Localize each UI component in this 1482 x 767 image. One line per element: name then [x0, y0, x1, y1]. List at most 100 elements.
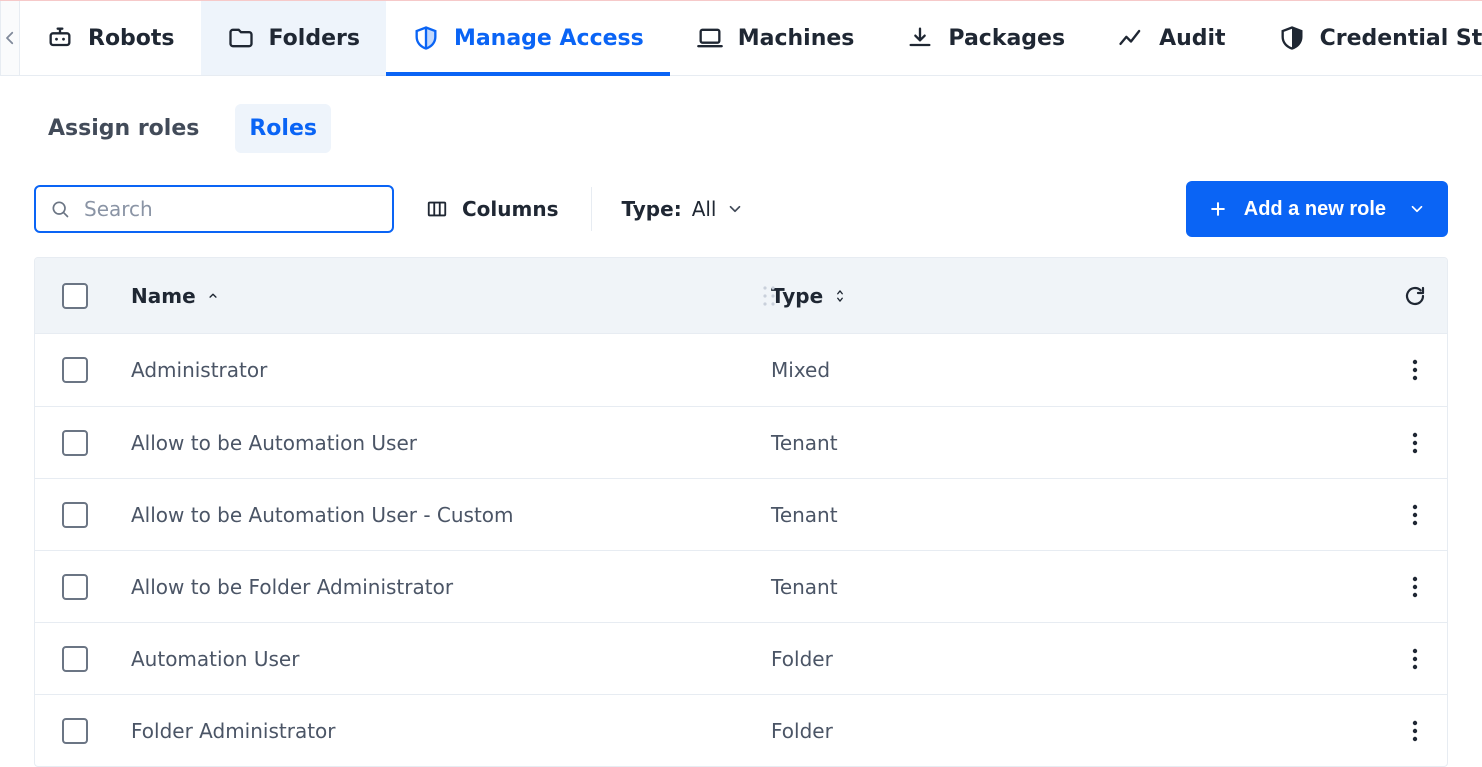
row-name: Folder Administrator	[115, 719, 755, 743]
type-filter-label: Type:	[622, 197, 682, 221]
row-more-button[interactable]	[1401, 356, 1429, 384]
row-actions	[1383, 356, 1447, 384]
row-name: Allow to be Automation User	[115, 431, 755, 455]
table-row[interactable]: Automation User Folder	[35, 622, 1447, 694]
row-type: Folder	[755, 647, 1383, 671]
search-field[interactable]	[34, 185, 394, 233]
row-check-cell	[35, 502, 115, 528]
row-more-button[interactable]	[1401, 573, 1429, 601]
laptop-icon	[696, 24, 724, 52]
header-type[interactable]: Type	[755, 284, 1383, 308]
roles-table: Name Type Administrator Mixed	[34, 257, 1448, 767]
table-header: Name Type	[35, 258, 1447, 334]
scroll-left-button[interactable]	[0, 1, 20, 75]
row-more-button[interactable]	[1401, 501, 1429, 529]
tab-label: Machines	[738, 26, 855, 51]
type-filter[interactable]: Type: All	[622, 197, 745, 221]
tab-label: Manage Access	[454, 26, 644, 51]
content: Assign roles Roles Columns Type: All	[0, 76, 1482, 767]
header-name-label: Name	[131, 284, 196, 308]
row-checkbox[interactable]	[62, 502, 88, 528]
reload-button[interactable]	[1383, 284, 1447, 308]
download-icon	[906, 24, 934, 52]
select-all-checkbox[interactable]	[62, 283, 88, 309]
tab-credential-stores[interactable]: Credential Stores	[1252, 1, 1482, 75]
columns-button[interactable]: Columns	[424, 187, 561, 231]
tab-packages[interactable]: Packages	[880, 1, 1091, 75]
search-icon	[50, 199, 70, 219]
row-more-button[interactable]	[1401, 429, 1429, 457]
subtab-roles[interactable]: Roles	[235, 104, 331, 153]
row-type: Folder	[755, 719, 1383, 743]
shield-solid-icon	[1278, 24, 1306, 52]
row-check-cell	[35, 430, 115, 456]
refresh-icon	[1403, 284, 1427, 308]
tab-label: Packages	[948, 26, 1065, 51]
row-checkbox[interactable]	[62, 574, 88, 600]
row-actions	[1383, 717, 1447, 745]
row-name: Allow to be Folder Administrator	[115, 575, 755, 599]
more-vertical-icon	[1411, 719, 1419, 743]
row-type: Mixed	[755, 358, 1383, 382]
row-check-cell	[35, 718, 115, 744]
row-more-button[interactable]	[1401, 717, 1429, 745]
row-actions	[1383, 429, 1447, 457]
add-role-label: Add a new role	[1244, 198, 1386, 221]
tab-machines[interactable]: Machines	[670, 1, 881, 75]
table-row[interactable]: Allow to be Folder Administrator Tenant	[35, 550, 1447, 622]
tab-manage-access[interactable]: Manage Access	[386, 1, 670, 75]
folder-icon	[227, 24, 255, 52]
row-name: Administrator	[115, 358, 755, 382]
header-name[interactable]: Name	[115, 284, 755, 308]
search-input[interactable]	[82, 196, 378, 222]
select-all-cell	[35, 283, 115, 309]
row-name: Automation User	[115, 647, 755, 671]
row-check-cell	[35, 574, 115, 600]
row-actions	[1383, 501, 1447, 529]
row-checkbox[interactable]	[62, 357, 88, 383]
more-vertical-icon	[1411, 503, 1419, 527]
table-row[interactable]: Allow to be Automation User Tenant	[35, 406, 1447, 478]
tab-label: Credential Stores	[1320, 26, 1482, 51]
row-type: Tenant	[755, 431, 1383, 455]
type-filter-value: All	[692, 197, 717, 221]
row-type: Tenant	[755, 503, 1383, 527]
tab-folders[interactable]: Folders	[201, 1, 386, 75]
row-check-cell	[35, 646, 115, 672]
sort-asc-icon	[206, 289, 220, 303]
plus-icon	[1208, 199, 1228, 219]
row-actions	[1383, 573, 1447, 601]
chevron-down-icon	[726, 200, 744, 218]
row-actions	[1383, 645, 1447, 673]
table-body: Administrator Mixed Allow to be Automati…	[35, 334, 1447, 766]
separator	[591, 187, 592, 231]
table-row[interactable]: Administrator Mixed	[35, 334, 1447, 406]
row-check-cell	[35, 357, 115, 383]
row-type: Tenant	[755, 575, 1383, 599]
chevron-down-icon	[1408, 200, 1426, 218]
row-checkbox[interactable]	[62, 430, 88, 456]
tab-audit[interactable]: Audit	[1091, 1, 1252, 75]
table-row[interactable]: Allow to be Automation User - Custom Ten…	[35, 478, 1447, 550]
table-row[interactable]: Folder Administrator Folder	[35, 694, 1447, 766]
add-role-button[interactable]: Add a new role	[1186, 181, 1448, 237]
tab-label: Folders	[269, 26, 360, 51]
tab-label: Robots	[88, 26, 175, 51]
toolbar: Columns Type: All Add a new role	[34, 181, 1448, 237]
tab-label: Audit	[1159, 26, 1226, 51]
chevron-left-icon	[1, 29, 19, 47]
subtab-assign-roles[interactable]: Assign roles	[34, 104, 213, 153]
robot-icon	[46, 24, 74, 52]
subtabs: Assign roles Roles	[34, 104, 1448, 153]
row-checkbox[interactable]	[62, 718, 88, 744]
tab-robots[interactable]: Robots	[20, 1, 201, 75]
more-vertical-icon	[1411, 358, 1419, 382]
row-name: Allow to be Automation User - Custom	[115, 503, 755, 527]
sort-both-icon	[833, 287, 847, 305]
row-more-button[interactable]	[1401, 645, 1429, 673]
columns-icon	[426, 198, 448, 220]
row-checkbox[interactable]	[62, 646, 88, 672]
more-vertical-icon	[1411, 431, 1419, 455]
column-resize-handle[interactable]	[761, 282, 777, 310]
header-type-label: Type	[771, 284, 823, 308]
